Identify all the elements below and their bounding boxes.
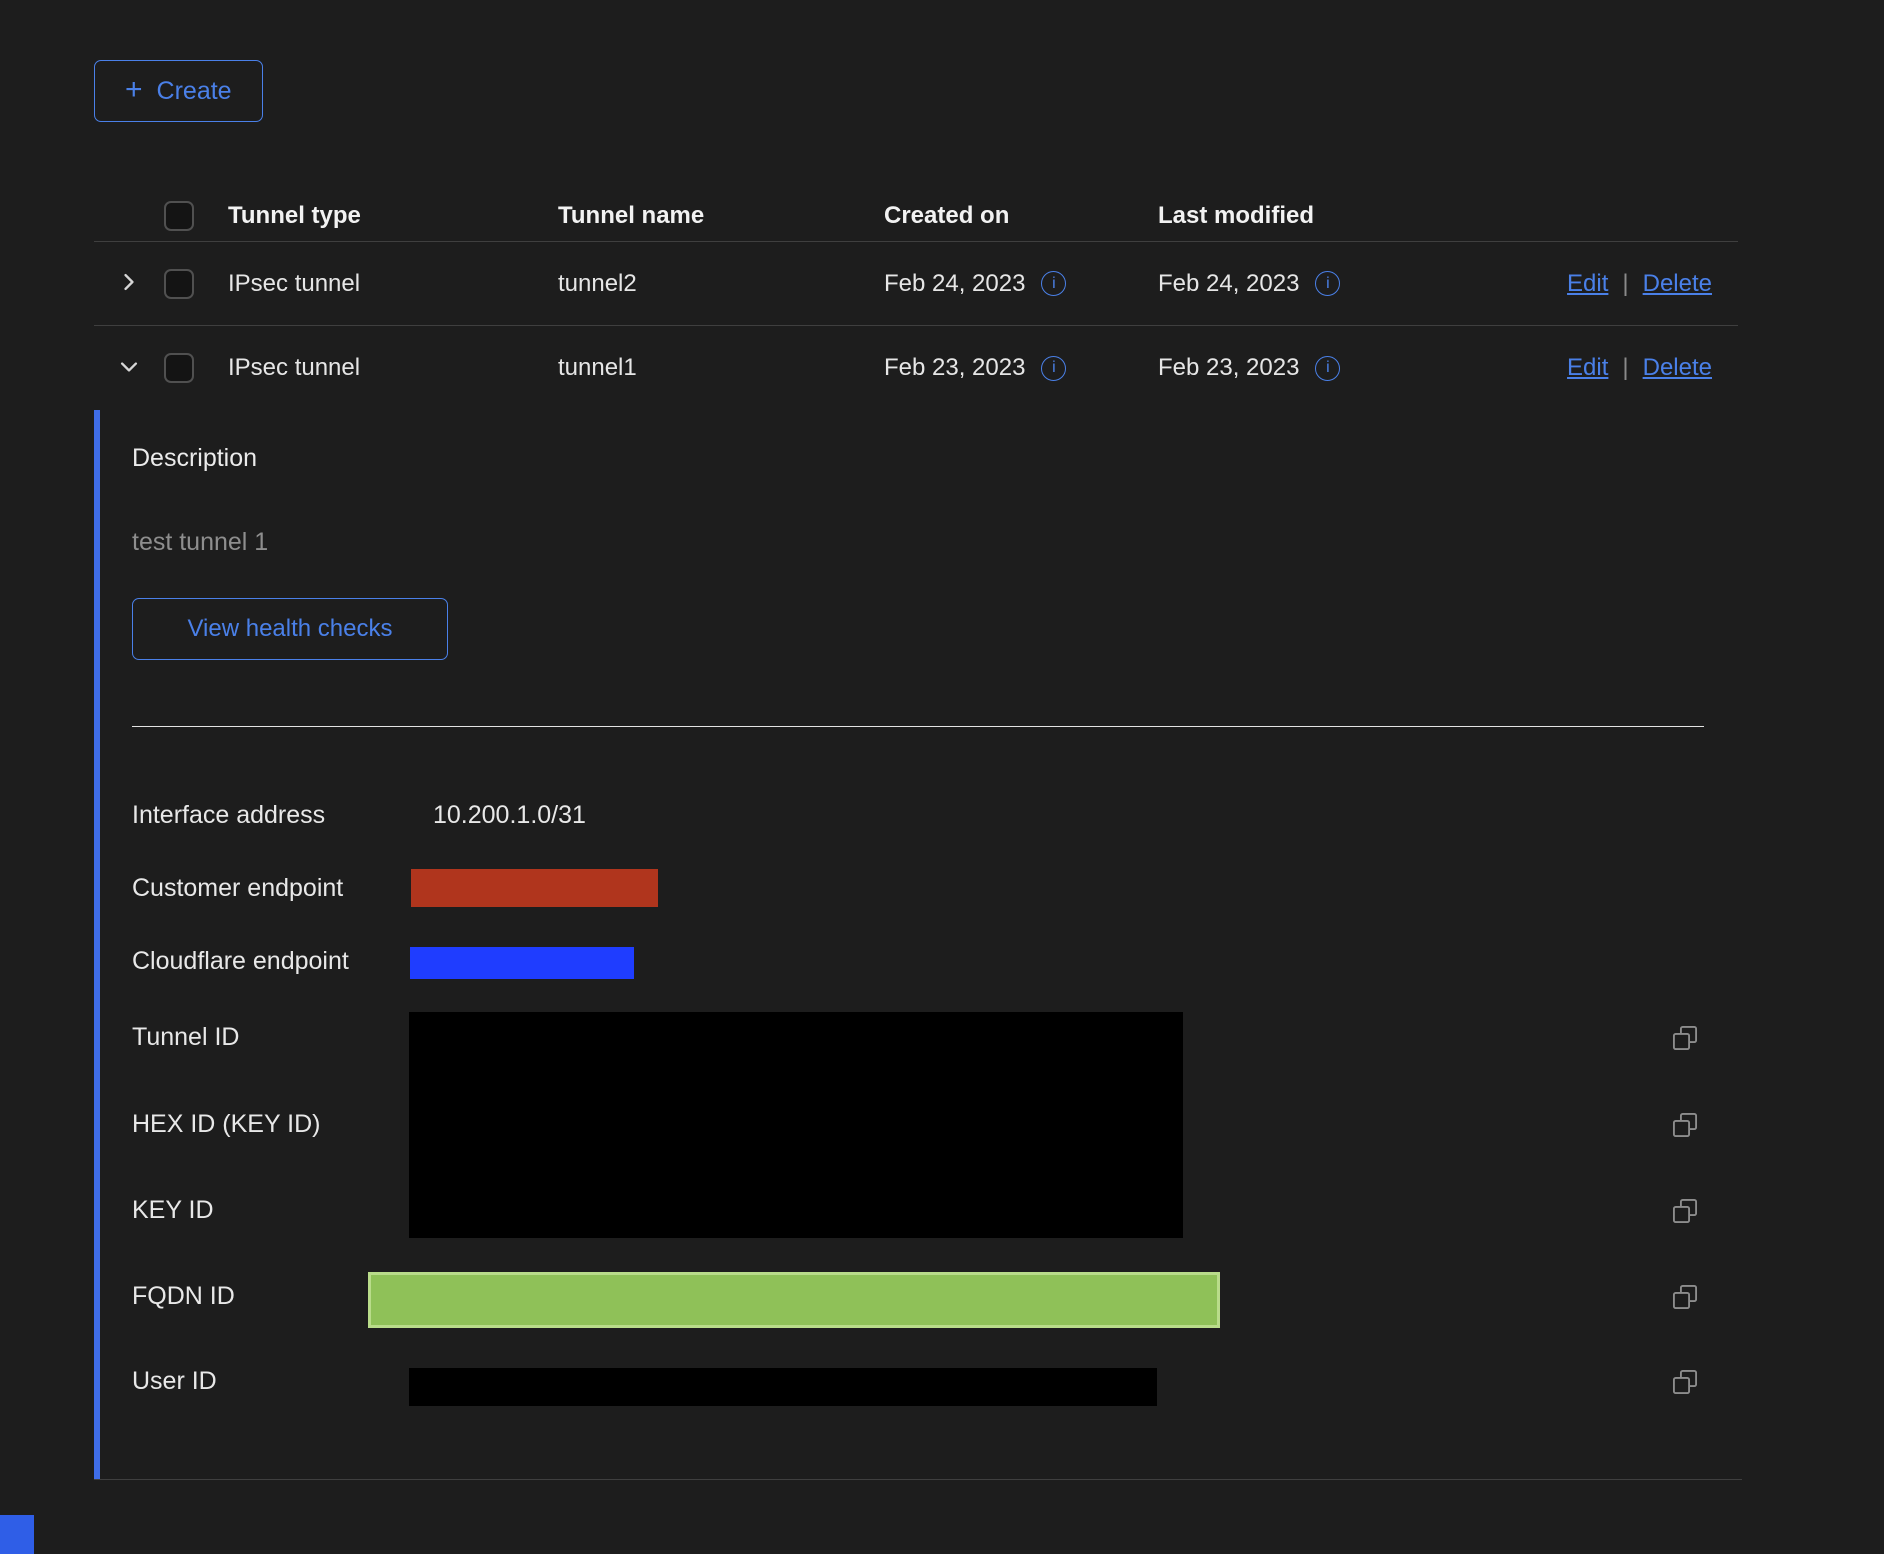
interface-address-label: Interface address <box>132 800 325 830</box>
copy-icon <box>1671 1197 1699 1228</box>
info-icon[interactable]: i <box>1315 271 1340 296</box>
info-icon[interactable]: i <box>1041 271 1066 296</box>
customer-endpoint-label: Customer endpoint <box>132 873 343 903</box>
delete-link[interactable]: Delete <box>1643 354 1712 382</box>
edit-link[interactable]: Edit <box>1567 270 1608 298</box>
delete-link[interactable]: Delete <box>1643 270 1712 298</box>
tunnel-detail-panel: Description test tunnel 1 View health ch… <box>94 410 1742 1480</box>
bottom-left-accent <box>0 1515 34 1554</box>
copy-user-id-button[interactable] <box>1670 1368 1700 1398</box>
copy-key-id-button[interactable] <box>1670 1197 1700 1227</box>
table-header-row: Tunnel type Tunnel name Created on Last … <box>94 190 1738 242</box>
actions-separator: | <box>1622 270 1628 298</box>
info-icon[interactable]: i <box>1315 356 1340 381</box>
copy-icon <box>1671 1111 1699 1142</box>
select-row-checkbox[interactable] <box>164 269 194 299</box>
create-button-label: Create <box>157 77 232 106</box>
view-health-checks-button[interactable]: View health checks <box>132 598 448 660</box>
select-all-checkbox[interactable] <box>164 201 194 231</box>
actions-separator: | <box>1622 354 1628 382</box>
edit-link[interactable]: Edit <box>1567 354 1608 382</box>
tunnel-name-cell: tunnel2 <box>558 270 884 298</box>
last-modified-value: Feb 23, 2023 <box>1158 354 1299 382</box>
cloudflare-endpoint-label: Cloudflare endpoint <box>132 946 349 976</box>
col-header-last-modified: Last modified <box>1158 202 1478 230</box>
user-id-label: User ID <box>132 1366 217 1396</box>
user-id-redaction <box>409 1368 1157 1406</box>
chevron-right-icon <box>118 271 140 296</box>
plus-icon: + <box>125 75 143 105</box>
copy-hex-id-button[interactable] <box>1670 1111 1700 1141</box>
tunnel-name-cell: tunnel1 <box>558 354 884 382</box>
chevron-down-icon <box>118 356 140 381</box>
create-button[interactable]: + Create <box>94 60 263 122</box>
table-row: IPsec tunnel tunnel1 Feb 23, 2023 i Feb … <box>94 326 1738 410</box>
created-on-value: Feb 23, 2023 <box>884 354 1025 382</box>
customer-endpoint-redaction <box>411 869 658 907</box>
description-label: Description <box>132 444 257 473</box>
ids-redaction-block <box>409 1012 1183 1238</box>
hex-id-label: HEX ID (KEY ID) <box>132 1109 320 1139</box>
divider <box>132 726 1704 727</box>
tunnel-type-cell: IPsec tunnel <box>228 354 558 382</box>
interface-address-value: 10.200.1.0/31 <box>433 800 586 830</box>
last-modified-value: Feb 24, 2023 <box>1158 270 1299 298</box>
fqdn-id-label: FQDN ID <box>132 1281 235 1311</box>
copy-fqdn-id-button[interactable] <box>1670 1283 1700 1313</box>
col-header-tunnel-type: Tunnel type <box>228 202 558 230</box>
col-header-created-on: Created on <box>884 202 1158 230</box>
copy-icon <box>1671 1283 1699 1314</box>
description-value: test tunnel 1 <box>132 528 268 557</box>
header-checkbox-cell <box>164 201 228 231</box>
fqdn-id-redaction <box>368 1272 1220 1328</box>
expand-row-button[interactable] <box>112 265 146 302</box>
copy-tunnel-id-button[interactable] <box>1670 1024 1700 1054</box>
col-header-tunnel-name: Tunnel name <box>558 202 884 230</box>
copy-icon <box>1671 1368 1699 1399</box>
created-on-value: Feb 24, 2023 <box>884 270 1025 298</box>
collapse-row-button[interactable] <box>112 350 146 387</box>
copy-icon <box>1671 1024 1699 1055</box>
tunnel-id-label: Tunnel ID <box>132 1022 239 1052</box>
tunnel-type-cell: IPsec tunnel <box>228 270 558 298</box>
tunnels-table: Tunnel type Tunnel name Created on Last … <box>94 190 1738 410</box>
table-row: IPsec tunnel tunnel2 Feb 24, 2023 i Feb … <box>94 242 1738 326</box>
info-icon[interactable]: i <box>1041 356 1066 381</box>
key-id-label: KEY ID <box>132 1195 214 1225</box>
select-row-checkbox[interactable] <box>164 353 194 383</box>
expanded-row-accent-bar <box>94 410 100 1479</box>
cloudflare-endpoint-redaction <box>410 947 634 979</box>
